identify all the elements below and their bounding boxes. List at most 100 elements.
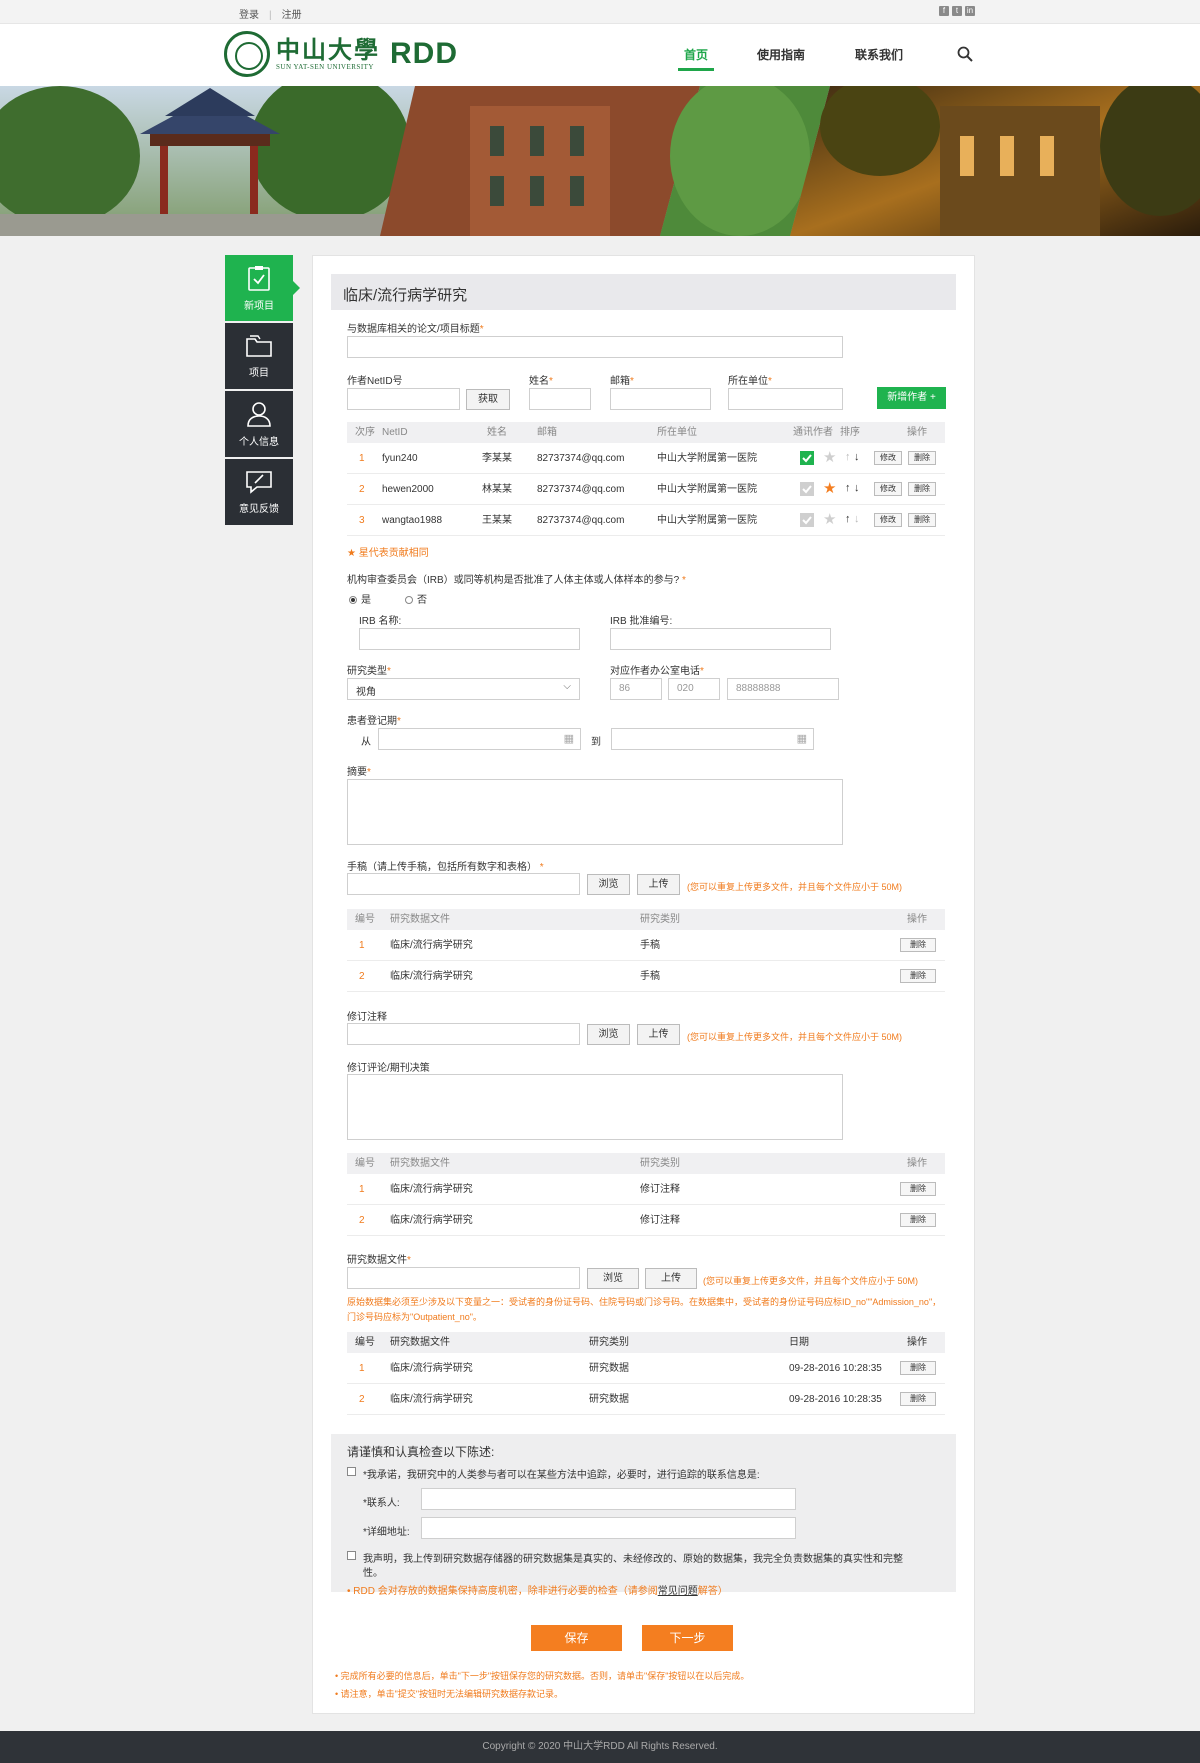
logo-chinese: 中山大學 xyxy=(276,35,380,64)
arrow-up-icon[interactable]: ↑ xyxy=(845,483,851,494)
irb-no-radio[interactable]: 否 xyxy=(405,591,427,606)
register-link[interactable]: 注册 xyxy=(282,10,302,21)
corresponding-checkbox-checked[interactable] xyxy=(800,451,814,465)
address-input[interactable] xyxy=(421,1517,796,1539)
revision-file-input[interactable] xyxy=(347,1023,580,1045)
phone-number-input[interactable]: 88888888 xyxy=(727,678,839,700)
twitter-icon[interactable]: t xyxy=(952,6,962,16)
star-icon[interactable]: ★ xyxy=(823,481,836,496)
top-utility-bar: 登录 | 注册 f t in xyxy=(0,0,1200,24)
abstract-label: 摘要* xyxy=(347,767,371,778)
data-file-input[interactable] xyxy=(347,1267,580,1289)
irb-number-label: IRB 批准编号: xyxy=(610,616,673,627)
search-icon[interactable] xyxy=(957,46,973,62)
irb-question: 机构审查委员会（IRB）或同等机构是否批准了人体主体或人体样本的参与? * xyxy=(347,575,686,586)
col-corresponding: 通讯作者 xyxy=(793,427,833,438)
arrow-down-icon[interactable]: ↓ xyxy=(854,452,860,463)
revision-table-header: 编号 研究数据文件 研究类别 操作 xyxy=(347,1153,945,1174)
contact-input[interactable] xyxy=(421,1488,796,1510)
corresponding-checkbox-disabled[interactable] xyxy=(800,513,814,527)
add-author-button[interactable]: 新增作者 + xyxy=(877,387,946,409)
delete-button[interactable]: 删除 xyxy=(908,513,936,527)
folder-icon xyxy=(246,334,272,357)
corresponding-checkbox-disabled[interactable] xyxy=(800,482,814,496)
edit-button[interactable]: 修改 xyxy=(874,451,902,465)
star-icon[interactable]: ★ xyxy=(823,450,836,465)
revision-comment-textarea[interactable] xyxy=(347,1074,843,1140)
delete-button[interactable]: 删除 xyxy=(900,969,936,983)
table-row: 2 临床/流行病学研究 修订注释 删除 xyxy=(347,1205,945,1236)
delete-button[interactable]: 删除 xyxy=(900,1182,936,1196)
abstract-textarea[interactable] xyxy=(347,779,843,845)
delete-button[interactable]: 删除 xyxy=(900,1213,936,1227)
site-header: 中山大學 SUN YAT-SEN UNIVERSITY RDD 首页 使用指南 … xyxy=(0,24,1200,86)
edit-button[interactable]: 修改 xyxy=(874,513,902,527)
table-row: 1 临床/流行病学研究 修订注释 删除 xyxy=(347,1174,945,1205)
auth-links: 登录 | 注册 xyxy=(239,10,302,21)
next-button[interactable]: 下一步 xyxy=(642,1625,733,1651)
linkedin-icon[interactable]: in xyxy=(965,6,975,16)
manuscript-file-input[interactable] xyxy=(347,873,580,895)
table-row: 2 临床/流行病学研究 手稿 删除 xyxy=(347,961,945,992)
declaration-2-checkbox[interactable] xyxy=(347,1551,356,1560)
social-links: f t in xyxy=(939,6,975,16)
star-icon[interactable]: ★ xyxy=(823,512,836,527)
paper-title-input[interactable] xyxy=(347,336,843,358)
logo-english: SUN YAT-SEN UNIVERSITY xyxy=(276,63,374,71)
browse-button[interactable]: 浏览 xyxy=(587,1024,630,1045)
sidebar-item-profile[interactable]: 个人信息 xyxy=(225,391,293,457)
upload-size-note: (您可以重复上传更多文件，并且每个文件应小于 50M) xyxy=(703,1276,919,1286)
delete-button[interactable]: 删除 xyxy=(900,1361,936,1375)
sidebar-item-feedback[interactable]: 意见反馈 xyxy=(225,459,293,525)
declaration-1-checkbox[interactable] xyxy=(347,1467,356,1476)
delete-button[interactable]: 删除 xyxy=(908,482,936,496)
address-label: *详细地址: xyxy=(363,1527,410,1538)
upload-button[interactable]: 上传 xyxy=(645,1268,697,1289)
delete-button[interactable]: 删除 xyxy=(900,1392,936,1406)
author-netid-input[interactable] xyxy=(347,388,460,410)
phone-country-input[interactable]: 86 xyxy=(610,678,662,700)
arrow-down-icon[interactable]: ↓ xyxy=(854,514,860,525)
nav-guide[interactable]: 使用指南 xyxy=(757,46,805,63)
registration-label: 患者登记期* xyxy=(347,716,401,727)
upload-button[interactable]: 上传 xyxy=(637,1024,680,1045)
arrow-up-icon[interactable]: ↑ xyxy=(845,452,851,463)
declaration-box: 请谨慎和认真检查以下陈述: *我承诺，我研究中的人类参与者可以在某些方法中追踪，… xyxy=(331,1434,956,1597)
col-name: 姓名 xyxy=(487,427,507,438)
data-requirement-note: 原始数据集必须至少涉及以下变量之一：受试者的身份证号码、住院号码或门诊号码。在数… xyxy=(347,1297,942,1322)
arrow-down-icon[interactable]: ↓ xyxy=(854,483,860,494)
faq-link[interactable]: 常见问题 xyxy=(658,1586,698,1597)
fetch-button[interactable]: 获取 xyxy=(466,389,510,410)
nav-contact[interactable]: 联系我们 xyxy=(855,46,903,63)
date-from-input[interactable]: ▦ xyxy=(378,728,581,750)
page-title: 临床/流行病学研究 xyxy=(331,274,956,310)
sidebar-item-new-project[interactable]: 新项目 xyxy=(225,255,300,321)
study-type-select[interactable]: 视角 ⌵ xyxy=(347,678,580,700)
name-input[interactable] xyxy=(529,388,591,410)
unit-input[interactable] xyxy=(728,388,843,410)
browse-button[interactable]: 浏览 xyxy=(587,874,630,895)
delete-button[interactable]: 删除 xyxy=(908,451,936,465)
delete-button[interactable]: 删除 xyxy=(900,938,936,952)
edit-button[interactable]: 修改 xyxy=(874,482,902,496)
save-button[interactable]: 保存 xyxy=(531,1625,622,1651)
irb-name-input[interactable] xyxy=(359,628,580,650)
calendar-icon[interactable]: ▦ xyxy=(564,732,574,745)
irb-yes-radio[interactable]: 是 xyxy=(349,591,371,606)
site-logo[interactable]: 中山大學 SUN YAT-SEN UNIVERSITY RDD xyxy=(224,31,458,77)
col-actions: 操作 xyxy=(907,427,927,438)
email-input[interactable] xyxy=(610,388,711,410)
date-to-input[interactable]: ▦ xyxy=(611,728,814,750)
facebook-icon[interactable]: f xyxy=(939,6,949,16)
nav-home[interactable]: 首页 xyxy=(677,46,715,71)
calendar-icon[interactable]: ▦ xyxy=(797,732,807,745)
irb-number-input[interactable] xyxy=(610,628,831,650)
arrow-up-icon[interactable]: ↑ xyxy=(845,514,851,525)
phone-area-input[interactable]: 020 xyxy=(668,678,720,700)
from-label: 从 xyxy=(361,737,371,748)
browse-button[interactable]: 浏览 xyxy=(587,1268,639,1289)
upload-button[interactable]: 上传 xyxy=(637,874,680,895)
login-link[interactable]: 登录 xyxy=(239,10,259,21)
sidebar-item-projects[interactable]: 项目 xyxy=(225,323,293,389)
author-netid-label: 作者NetID号 xyxy=(347,376,403,387)
